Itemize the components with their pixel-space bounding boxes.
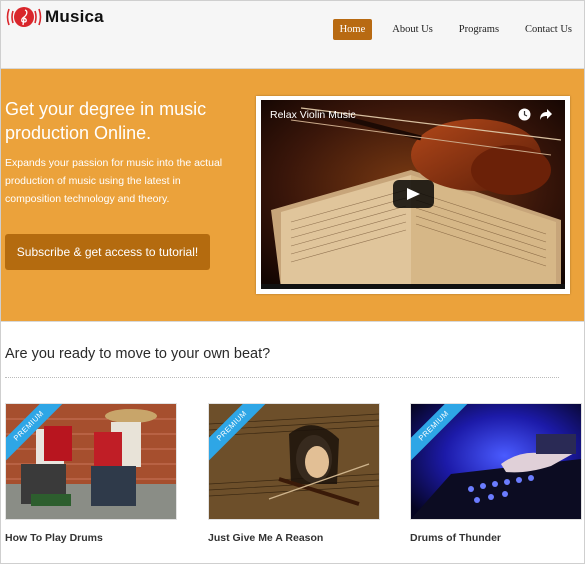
hero-description: Expands your passion for music into the … [5,157,223,205]
nav-contact-us[interactable]: Contact Us [519,20,578,39]
course-card-2: PREMIUM Just Give Me A Reason [208,403,380,544]
video-title: Relax Violin Music [270,109,356,121]
nav-about-us[interactable]: About Us [386,20,439,39]
clock-icon[interactable] [518,108,531,121]
course-title[interactable]: Just Give Me A Reason [208,532,380,544]
video-embed: Relax Violin Music [256,96,570,294]
hero-section: Get your degree in music production Onli… [1,69,584,322]
section-divider [5,377,559,378]
course-thumbnail[interactable]: PREMIUM [5,403,177,520]
nav-programs[interactable]: Programs [453,20,505,39]
play-icon [407,188,420,200]
logo[interactable]: Musica [5,5,104,29]
course-title[interactable]: How To Play Drums [5,532,177,544]
logo-music-note-icon [6,7,42,27]
play-button[interactable] [393,180,434,208]
nav-home[interactable]: Home [332,19,373,40]
page-frame: Musica Home About Us Programs Contact Us… [0,0,585,564]
main-nav: Home About Us Programs Contact Us [319,19,578,40]
course-card-1: PREMIUM How To Play Drums [5,403,177,544]
logo-text: Musica [45,7,104,26]
subscribe-button[interactable]: Subscribe & get access to tutorial! [5,234,210,270]
site-header: Musica Home About Us Programs Contact Us [1,1,584,69]
share-icon[interactable] [539,108,553,121]
course-card-3: PREMIUM Drums of Thunder [410,403,582,544]
course-thumbnail[interactable]: PREMIUM [410,403,582,520]
section-title: Are you ready to move to your own beat? [5,346,271,362]
course-title[interactable]: Drums of Thunder [410,532,582,544]
hero-title: Get your degree in music production Onli… [5,99,207,143]
course-thumbnail[interactable]: PREMIUM [208,403,380,520]
video-player[interactable]: Relax Violin Music [261,100,565,289]
